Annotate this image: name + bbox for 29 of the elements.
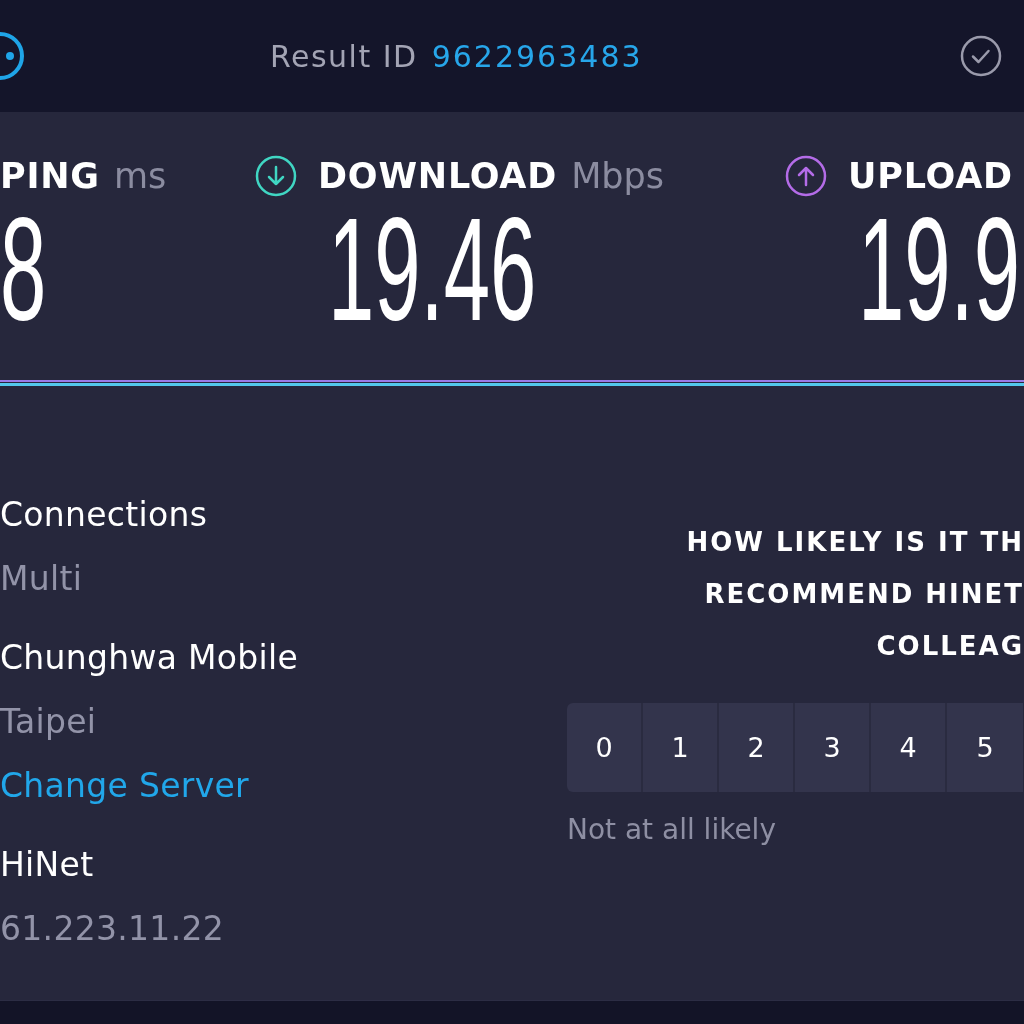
metric-value: 19.46 xyxy=(328,197,537,343)
metric-value: 19.9 xyxy=(858,197,1020,343)
rating-option[interactable]: 0 xyxy=(567,703,643,792)
rating-option[interactable]: 2 xyxy=(719,703,795,792)
server-location: Taipei xyxy=(0,702,97,742)
rating-option[interactable]: 5 xyxy=(947,703,1023,792)
connections-value: Multi xyxy=(0,559,83,599)
metric-label: PING xyxy=(0,156,100,196)
metric-label: DOWNLOAD xyxy=(318,156,558,196)
metric-value: 8 xyxy=(0,197,47,343)
survey-question: HOW LIKELY IS IT TH xyxy=(686,526,1024,559)
metric-label: UPLOAD xyxy=(848,156,1013,196)
server-name: Chunghwa Mobile xyxy=(0,638,299,678)
ip-address: 61.223.11.22 xyxy=(0,909,225,949)
isp-name: HiNet xyxy=(0,845,94,885)
connections-label: Connections xyxy=(0,495,208,535)
rating-min-label: Not at all likely xyxy=(567,815,776,845)
logo-icon[interactable] xyxy=(0,29,26,83)
result-id-label: Result ID xyxy=(270,38,418,74)
survey-question: RECOMMEND HINET xyxy=(704,578,1024,611)
change-server-link[interactable]: Change Server xyxy=(0,766,249,806)
rating-option[interactable]: 1 xyxy=(643,703,719,792)
check-circle-icon[interactable] xyxy=(960,35,1002,77)
rating-option[interactable]: 3 xyxy=(795,703,871,792)
survey-question: COLLEAG xyxy=(876,630,1024,663)
rating-option[interactable]: 4 xyxy=(871,703,947,792)
metric-unit: Mbps xyxy=(571,156,664,196)
metric-unit: ms xyxy=(113,156,167,196)
result-id-link[interactable]: 9622963483 xyxy=(431,38,643,74)
